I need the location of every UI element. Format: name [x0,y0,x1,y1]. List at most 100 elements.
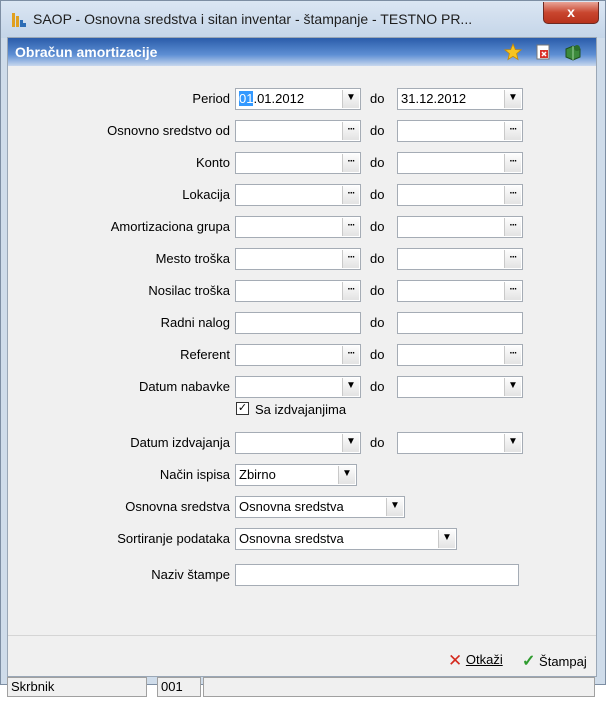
chevron-down-icon[interactable]: ▼ [504,434,521,452]
chevron-down-icon[interactable]: ▼ [504,378,521,396]
browse-icon[interactable]: ··· [342,154,359,172]
period-from-rest: .01.2012 [253,91,305,106]
dialog-body: Obračun amortizacije Period 01.01.2012 ▼… [7,37,597,677]
browse-icon[interactable]: ··· [504,282,521,300]
browse-icon[interactable]: ··· [342,346,359,364]
with-disposals-label: Sa izdvajanjima [255,402,347,417]
cost-bearer-label: Nosilac troška [148,283,230,298]
chevron-down-icon[interactable]: ▼ [338,466,355,484]
chevron-down-icon[interactable]: ▼ [342,378,359,396]
delete-report-icon[interactable] [534,43,552,61]
cost-center-from-field[interactable]: ··· [235,248,361,270]
with-disposals-checkbox[interactable]: ✓ [236,402,249,415]
print-label: Štampaj [539,654,587,669]
account-to-field[interactable]: ··· [397,152,523,174]
do-label: do [370,379,385,394]
window-title: SAOP - Osnovna sredstva i sitan inventar… [33,11,473,27]
browse-icon[interactable]: ··· [504,186,521,204]
status-empty-panel [203,677,595,697]
period-label: Period [192,91,230,106]
work-order-to-field[interactable] [397,312,523,334]
cost-center-label: Mesto troška [155,251,230,266]
sort-label: Sortiranje podataka [117,531,230,546]
referent-label: Referent [180,347,230,362]
asset-to-field[interactable]: ··· [397,120,523,142]
asset-type-label: Osnovna sredstva [125,499,230,514]
disposal-date-to-field[interactable]: ▼ [397,432,523,454]
cost-bearer-from-field[interactable]: ··· [235,280,361,302]
chevron-down-icon[interactable]: ▼ [342,434,359,452]
close-button[interactable]: x [543,2,599,24]
purchase-date-from-field[interactable]: ▼ [235,376,361,398]
print-button[interactable]: ✓ Štampaj [522,651,587,671]
cost-center-to-field[interactable]: ··· [397,248,523,270]
period-from-field[interactable]: 01.01.2012 ▼ [235,88,361,110]
title-bar[interactable]: SAOP - Osnovna sredstva i sitan inventar… [1,1,605,38]
location-to-field[interactable]: ··· [397,184,523,206]
chevron-down-icon[interactable]: ▼ [438,530,455,548]
browse-icon[interactable]: ··· [342,186,359,204]
do-label: do [370,123,385,138]
print-name-input[interactable] [235,564,519,586]
status-user: Skrbnik [7,677,147,697]
location-label: Lokacija [182,187,230,202]
browse-icon[interactable]: ··· [504,154,521,172]
depreciation-group-to-field[interactable]: ··· [397,216,523,238]
do-label: do [370,315,385,330]
purchase-date-to-field[interactable]: ▼ [397,376,523,398]
dialog-header: Obračun amortizacije [8,38,596,66]
do-label: do [370,347,385,362]
do-label: do [370,91,385,106]
cost-bearer-to-field[interactable]: ··· [397,280,523,302]
referent-from-field[interactable]: ··· [235,344,361,366]
account-label: Konto [196,155,230,170]
work-order-from-field[interactable] [235,312,361,334]
do-label: do [370,251,385,266]
browse-icon[interactable]: ··· [342,218,359,236]
browse-icon[interactable]: ··· [342,282,359,300]
print-mode-value: Zbirno [239,467,276,482]
do-label: do [370,187,385,202]
do-label: do [370,219,385,234]
asset-type-select[interactable]: Osnovna sredstva ▼ [235,496,405,518]
browse-icon[interactable]: ··· [504,218,521,236]
close-icon: ✕ [448,651,463,670]
footer-divider [8,635,596,636]
dialog-title: Obračun amortizacije [15,44,158,60]
asset-type-value: Osnovna sredstva [239,499,344,514]
app-icon [12,13,26,27]
status-code: 001 [157,677,201,697]
depreciation-group-from-field[interactable]: ··· [235,216,361,238]
cancel-label: Otkaži [465,652,503,667]
export-book-icon[interactable] [564,43,582,61]
chevron-down-icon[interactable]: ▼ [504,90,521,108]
do-label: do [370,435,385,450]
print-mode-select[interactable]: Zbirno ▼ [235,464,357,486]
disposal-date-from-field[interactable]: ▼ [235,432,361,454]
location-from-field[interactable]: ··· [235,184,361,206]
account-from-field[interactable]: ··· [235,152,361,174]
browse-icon[interactable]: ··· [504,122,521,140]
sort-select[interactable]: Osnovna sredstva ▼ [235,528,457,550]
period-to-field[interactable]: 31.12.2012 ▼ [397,88,523,110]
chevron-down-icon[interactable]: ▼ [342,90,359,108]
referent-to-field[interactable]: ··· [397,344,523,366]
purchase-date-label: Datum nabavke [138,379,230,394]
star-icon[interactable] [504,43,522,61]
status-bar: Skrbnik 001 [7,677,597,697]
browse-icon[interactable]: ··· [504,250,521,268]
browse-icon[interactable]: ··· [504,346,521,364]
chevron-down-icon[interactable]: ▼ [386,498,403,516]
do-label: do [370,283,385,298]
asset-label: Osnovno sredstvo od [107,123,230,138]
asset-from-field[interactable]: ··· [235,120,361,142]
cancel-button[interactable]: ✕ Otkaži [448,651,503,671]
period-from-selected: 01 [239,91,254,106]
browse-icon[interactable]: ··· [342,250,359,268]
print-name-label: Naziv štampe [151,567,230,582]
depreciation-group-label: Amortizaciona grupa [110,219,230,234]
do-label: do [370,155,385,170]
print-mode-label: Način ispisa [159,467,230,482]
browse-icon[interactable]: ··· [342,122,359,140]
work-order-label: Radni nalog [160,315,230,330]
